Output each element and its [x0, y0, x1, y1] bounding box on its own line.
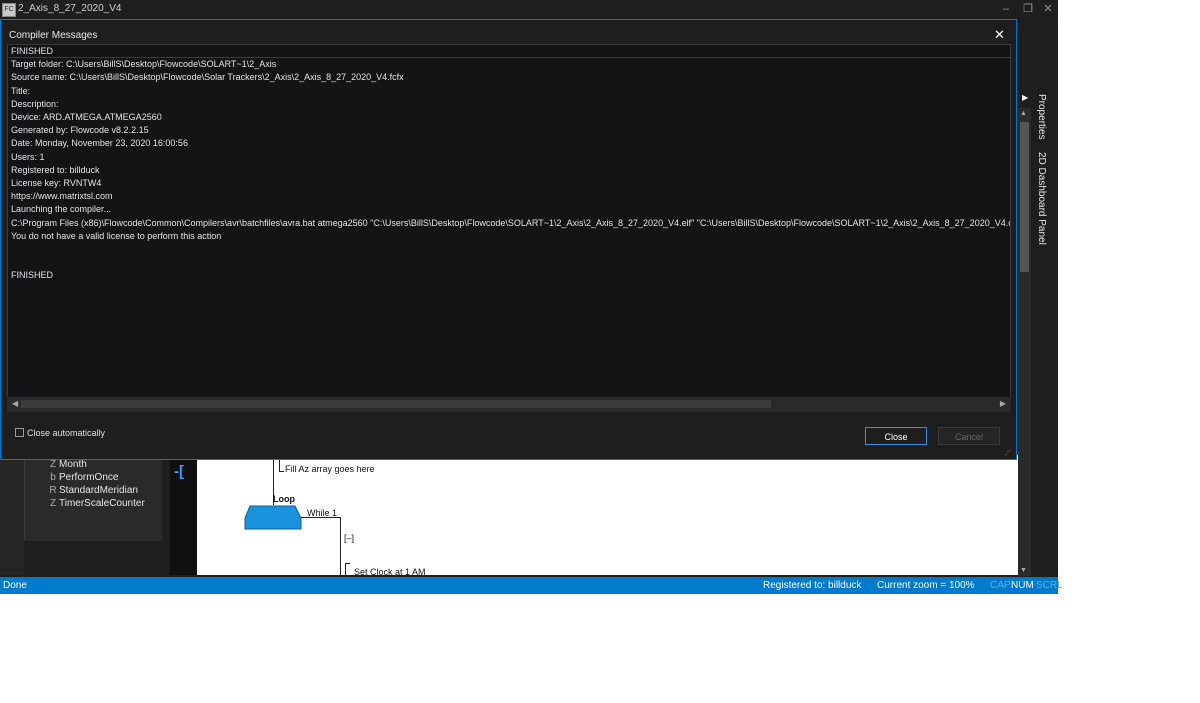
- collapse-toggle[interactable]: [–]: [344, 533, 354, 543]
- side-panel-tabs: Properties 2D Dashboard Panel: [1034, 88, 1054, 258]
- resize-grip-icon[interactable]: ⋰: [1005, 449, 1011, 456]
- output-line: Target folder: C:\Users\BillS\Desktop\Fl…: [11, 59, 277, 70]
- comment-bracket: [345, 563, 350, 564]
- output-line: FINISHED: [11, 270, 54, 281]
- loop-label: Loop: [273, 494, 295, 504]
- output-line: Registered to: billduck: [11, 164, 100, 175]
- status-scrl: SCRL: [1036, 580, 1063, 591]
- dialog-title: Compiler Messages: [9, 30, 98, 41]
- scroll-right-icon[interactable]: ▶: [1000, 399, 1006, 408]
- horizontal-scrollbar[interactable]: ◀ ▶: [7, 397, 1011, 412]
- output-line: Title:: [11, 85, 31, 96]
- loop-line: [340, 517, 341, 575]
- scroll-down-icon[interactable]: ▼: [1020, 567, 1027, 574]
- vertical-scrollbar[interactable]: ▲ ▼: [1018, 108, 1031, 576]
- loop-condition: While 1: [307, 508, 338, 518]
- comment-bracket: [345, 563, 346, 575]
- comment-set-clock[interactable]: Set Clock at 1 AM: [354, 567, 426, 575]
- compiler-output[interactable]: FINISHED Target folder: C:\Users\BillS\De…: [7, 44, 1011, 412]
- code-strip: -[: [170, 455, 197, 575]
- tab-2d-dashboard-panel[interactable]: 2D Dashboard Panel: [1036, 152, 1047, 245]
- variable-item[interactable]: R StandardMeridian: [47, 485, 138, 496]
- window-title: 2_Axis_8_27_2020_V4: [18, 3, 122, 14]
- status-zoom: Current zoom = 100%: [877, 580, 975, 591]
- status-cap: CAP: [990, 580, 1011, 591]
- compiler-messages-dialog: Compiler Messages ✕ FINISHED Target folde…: [0, 19, 1017, 460]
- output-line: C:\Program Files (x86)\Flowcode\Common\C…: [11, 217, 1011, 228]
- scroll-thumb[interactable]: [21, 400, 771, 408]
- output-line: You do not have a valid license to perfo…: [11, 230, 222, 241]
- variable-name: TimerScaleCounter: [59, 498, 145, 509]
- dialog-close-icon[interactable]: ✕: [994, 27, 1005, 43]
- output-line: https://www.matrixtsl.com: [11, 191, 113, 202]
- variable-type-icon: R: [49, 485, 57, 496]
- flowcode-app-icon[interactable]: FC: [2, 3, 16, 17]
- variable-item[interactable]: Z Month: [47, 459, 87, 470]
- status-text: Done: [3, 580, 27, 591]
- minimize-icon[interactable]: –: [998, 1, 1014, 17]
- output-line: Generated by: Flowcode v8.2.2.15: [11, 125, 149, 136]
- close-automatically-checkbox[interactable]: [15, 428, 24, 437]
- comment-fill-az[interactable]: Fill Az array goes here: [285, 464, 375, 474]
- scroll-left-icon[interactable]: ◀: [12, 399, 18, 408]
- output-line: Device: ARD.ATMEGA.ATMEGA2560: [11, 112, 162, 122]
- variables-panel: Z Month b PerformOnce R StandardMeridian ZT…: [24, 455, 164, 543]
- variable-type-icon: b: [50, 472, 56, 483]
- divider: [8, 57, 1010, 58]
- output-line: Description:: [11, 98, 59, 109]
- variable-name: Month: [59, 459, 87, 470]
- scroll-thumb[interactable]: [1020, 122, 1029, 272]
- variable-name: StandardMeridian: [59, 485, 138, 496]
- output-line: Launching the compiler...: [11, 204, 112, 215]
- variable-name: PerformOnce: [59, 472, 119, 483]
- output-line: Source name: C:\Users\BillS\Desktop\Flow…: [11, 72, 404, 83]
- title-bar: FC 2_Axis_8_27_2020_V4 – ❐ ✕: [0, 0, 1058, 18]
- close-button[interactable]: Close: [865, 427, 927, 445]
- comment-bracket: [279, 459, 280, 471]
- panel-expand-arrow-icon[interactable]: ▶: [1022, 93, 1028, 102]
- close-automatically-label[interactable]: Close automatically: [27, 428, 105, 438]
- flowchart-canvas[interactable]: Fill Az array goes here Loop While 1 [–]…: [197, 455, 1018, 575]
- cancel-button[interactable]: Cancel: [938, 427, 1000, 445]
- pane-divider[interactable]: [162, 455, 170, 575]
- left-gutter: [0, 455, 24, 575]
- lower-left-panel: [24, 541, 170, 576]
- output-line: Users: 1: [11, 151, 45, 162]
- variable-item[interactable]: b PerformOnce: [47, 472, 118, 483]
- restore-icon[interactable]: ❐: [1020, 1, 1036, 17]
- variable-type-icon: Z: [49, 459, 57, 470]
- bracket-icon: -[: [174, 463, 184, 480]
- output-line: Date: Monday, November 23, 2020 16:00:56: [11, 138, 188, 149]
- variable-item[interactable]: Z TimerScaleCounter: [47, 498, 145, 509]
- status-bar: Done Registered to: billduck Current zoo…: [0, 577, 1063, 594]
- loop-icon[interactable]: [243, 505, 303, 530]
- scroll-up-icon[interactable]: ▲: [1020, 110, 1027, 117]
- variable-type-icon: Z: [49, 498, 57, 509]
- status-registered: Registered to: billduck: [763, 580, 862, 591]
- output-line: FINISHED: [11, 46, 54, 56]
- window-close-icon[interactable]: ✕: [1040, 1, 1056, 17]
- tab-properties[interactable]: Properties: [1036, 94, 1047, 140]
- status-num: NUM: [1011, 580, 1034, 591]
- comment-bracket: [279, 471, 284, 472]
- output-line: License key: RVNTW4: [11, 178, 102, 188]
